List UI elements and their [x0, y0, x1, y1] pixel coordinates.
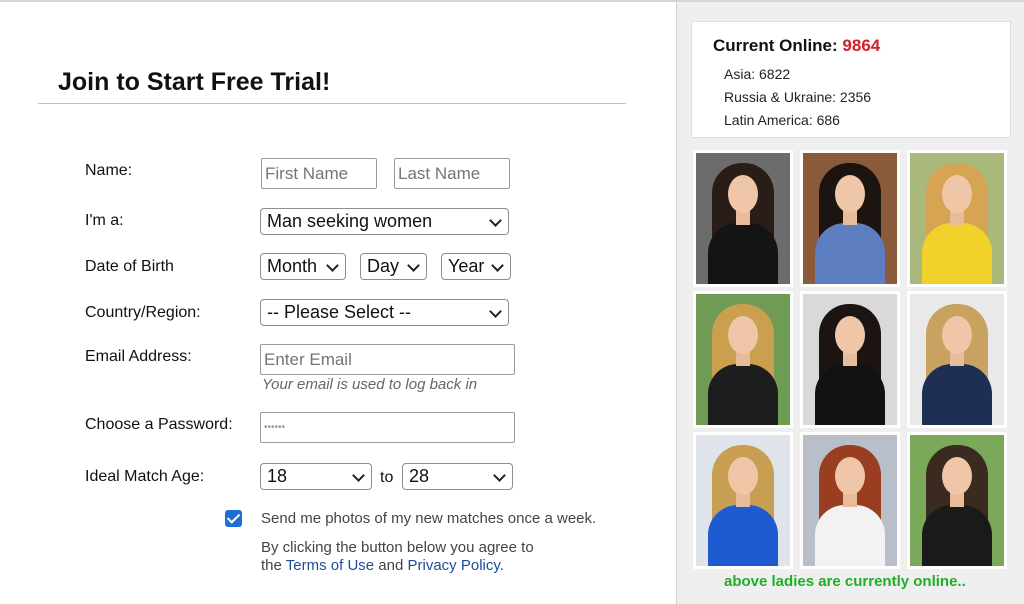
online-count: 9864 — [842, 36, 881, 55]
photo-face — [728, 175, 758, 213]
photo-face — [835, 316, 865, 354]
match-age-label: Ideal Match Age: — [85, 468, 205, 485]
member-photo[interactable] — [693, 150, 793, 287]
month-select-value: Month — [267, 256, 318, 276]
photo-face — [728, 316, 758, 354]
agreement-and: and — [378, 557, 404, 574]
member-photo[interactable] — [693, 291, 793, 428]
form-title: Join to Start Free Trial! — [58, 68, 331, 96]
agreement-line-2: the Terms of Use and Privacy Policy. — [261, 557, 534, 575]
member-photo[interactable] — [800, 150, 900, 287]
terms-of-use-link[interactable]: Terms of Use — [286, 557, 374, 574]
password-label: Choose a Password: — [85, 416, 233, 433]
name-label: Name: — [85, 162, 133, 179]
email-input[interactable] — [260, 344, 515, 375]
agreement-line-1: By clicking the button below you agree t… — [261, 539, 534, 556]
photo-body — [815, 223, 885, 284]
year-select[interactable]: Year — [441, 253, 511, 280]
email-label: Email Address: — [85, 348, 192, 365]
photo-body — [922, 223, 992, 284]
chevron-down-icon — [489, 305, 502, 318]
photo-face — [835, 457, 865, 495]
age-from-value: 18 — [267, 466, 288, 486]
chevron-down-icon — [326, 259, 339, 272]
region-asia: Asia: 6822 — [724, 66, 791, 82]
region-latin-america: Latin America: 686 — [724, 112, 840, 128]
country-label: Country/Region: — [85, 304, 201, 321]
age-to-label: to — [380, 469, 394, 486]
photo-body — [708, 505, 778, 566]
agreement-prefix: the — [261, 557, 282, 574]
region-russia-ukraine: Russia & Ukraine: 2356 — [724, 89, 872, 105]
country-select-value: -- Please Select -- — [267, 302, 412, 322]
chevron-down-icon — [407, 259, 420, 272]
photo-body — [815, 364, 885, 425]
newsletter-checkbox[interactable] — [225, 510, 242, 527]
chevron-down-icon — [352, 469, 365, 482]
chevron-down-icon — [491, 259, 504, 272]
member-photo[interactable] — [800, 291, 900, 428]
age-from-select[interactable]: 18 — [260, 463, 372, 490]
privacy-policy-link[interactable]: Privacy Policy — [408, 557, 500, 574]
photo-face — [942, 316, 972, 354]
online-caption: above ladies are currently online.. — [724, 573, 966, 590]
online-heading: Current Online: 9864 — [713, 36, 880, 56]
im-a-label: I'm a: — [85, 212, 124, 229]
signup-panel: Join to Start Free Trial! Name: I'm a: M… — [0, 2, 676, 604]
country-select[interactable]: -- Please Select -- — [260, 299, 509, 326]
member-photo[interactable] — [800, 432, 900, 569]
day-select[interactable]: Day — [360, 253, 427, 280]
photo-body — [708, 223, 778, 284]
online-stats-box: Current Online: 9864 Asia: 6822 Russia &… — [691, 21, 1011, 138]
first-name-input[interactable] — [261, 158, 377, 189]
member-photo[interactable] — [907, 291, 1007, 428]
member-photo[interactable] — [907, 432, 1007, 569]
photo-body — [922, 364, 992, 425]
password-input[interactable]: •••••• — [260, 412, 515, 443]
email-hint: Your email is used to log back in — [262, 376, 478, 393]
member-photo[interactable] — [693, 432, 793, 569]
agreement-end: . — [499, 557, 504, 574]
photo-face — [942, 457, 972, 495]
chevron-down-icon — [493, 469, 506, 482]
photo-face — [728, 457, 758, 495]
page: Join to Start Free Trial! Name: I'm a: M… — [0, 0, 1024, 604]
month-select[interactable]: Month — [260, 253, 346, 280]
day-select-value: Day — [367, 256, 400, 276]
age-to-value: 28 — [409, 466, 430, 486]
title-divider — [38, 103, 626, 104]
newsletter-label: Send me photos of my new matches once a … — [261, 510, 597, 527]
agreement-text: By clicking the button below you agree t… — [261, 539, 534, 575]
seeking-select[interactable]: Man seeking women — [260, 208, 509, 235]
photo-body — [922, 505, 992, 566]
photo-body — [815, 505, 885, 566]
chevron-down-icon — [489, 214, 502, 227]
seeking-select-value: Man seeking women — [267, 211, 433, 231]
last-name-input[interactable] — [394, 158, 510, 189]
member-photo[interactable] — [907, 150, 1007, 287]
photo-face — [942, 175, 972, 213]
age-to-select[interactable]: 28 — [402, 463, 513, 490]
photo-face — [835, 175, 865, 213]
year-select-value: Year — [448, 256, 485, 276]
dob-label: Date of Birth — [85, 258, 174, 275]
photo-body — [708, 364, 778, 425]
online-label: Current Online: — [713, 36, 838, 55]
